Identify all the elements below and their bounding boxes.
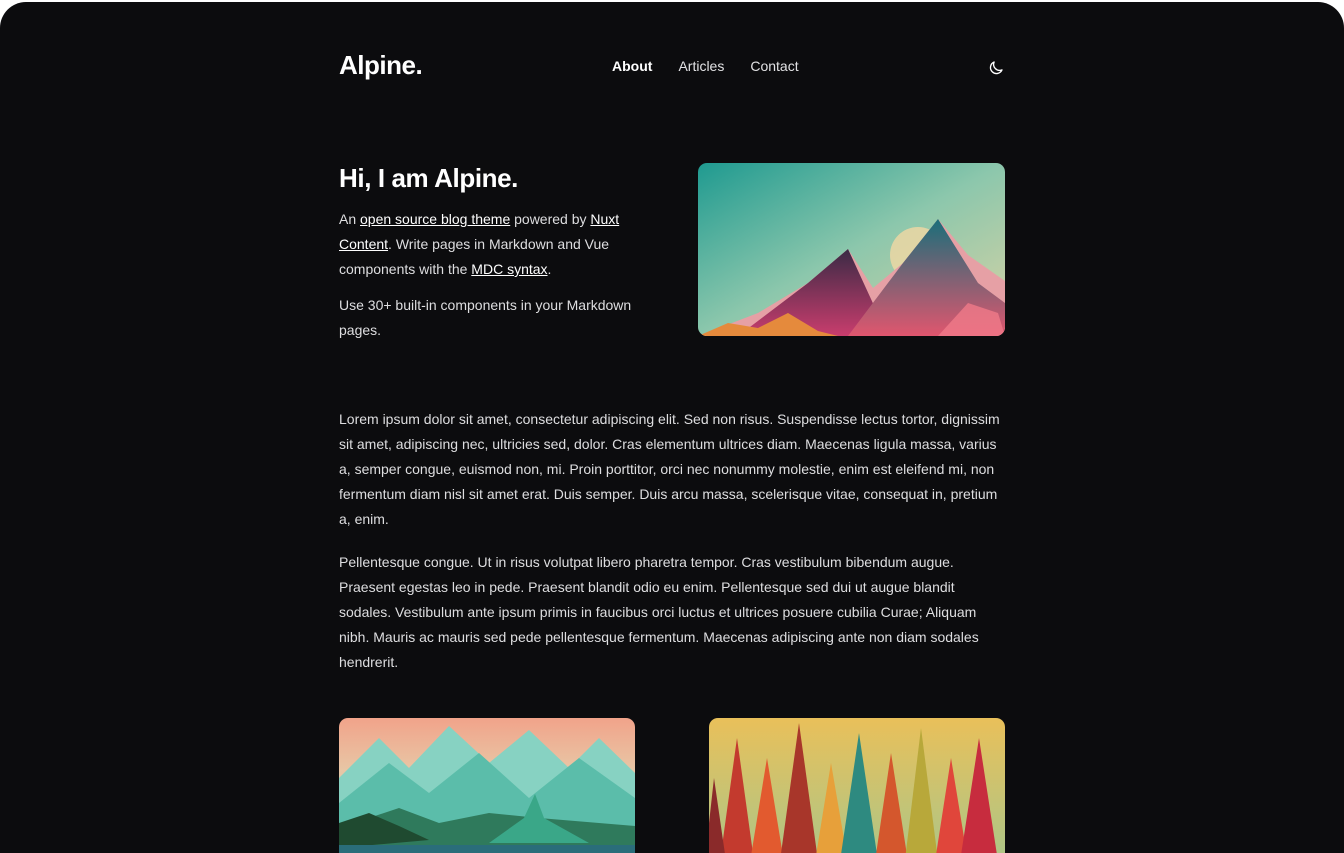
browser-window: Alpine. About Articles Contact Hi, I am … (0, 2, 1344, 853)
colorful-forest-image (709, 718, 1005, 853)
hero-paragraph-2: Use 30+ built-in components in your Mark… (339, 297, 632, 338)
hero-mountain-image (698, 163, 1005, 336)
site-logo[interactable]: Alpine. (339, 50, 423, 81)
hero-text-segment: . (547, 261, 552, 277)
hero-section: Hi, I am Alpine. An open source blog the… (339, 162, 1005, 342)
hero-text-segment: powered by (510, 211, 591, 227)
nav-link-contact[interactable]: Contact (750, 58, 798, 74)
article-body: Lorem ipsum dolor sit amet, consectetur … (339, 407, 1005, 693)
nav-link-about[interactable]: About (612, 58, 652, 74)
open-source-blog-theme-link[interactable]: open source blog theme (360, 211, 510, 227)
moon-icon (989, 61, 1003, 75)
hero-paragraph-1: An open source blog theme powered by Nux… (339, 207, 639, 282)
mdc-syntax-link[interactable]: MDC syntax (471, 261, 547, 277)
hero-description: An open source blog theme powered by Nux… (339, 207, 639, 354)
body-paragraph-2: Pellentesque congue. Ut in risus volutpa… (339, 554, 979, 670)
body-paragraph-1: Lorem ipsum dolor sit amet, consectetur … (339, 411, 1000, 527)
hero-title: Hi, I am Alpine. (339, 163, 519, 193)
main-nav: About Articles Contact (612, 58, 825, 74)
lake-mountain-image (339, 718, 635, 853)
nav-link-articles[interactable]: Articles (678, 58, 724, 74)
hero-text-segment: An (339, 211, 361, 227)
theme-toggle-button[interactable] (987, 59, 1005, 77)
site-header: Alpine. About Articles Contact (339, 46, 1005, 90)
